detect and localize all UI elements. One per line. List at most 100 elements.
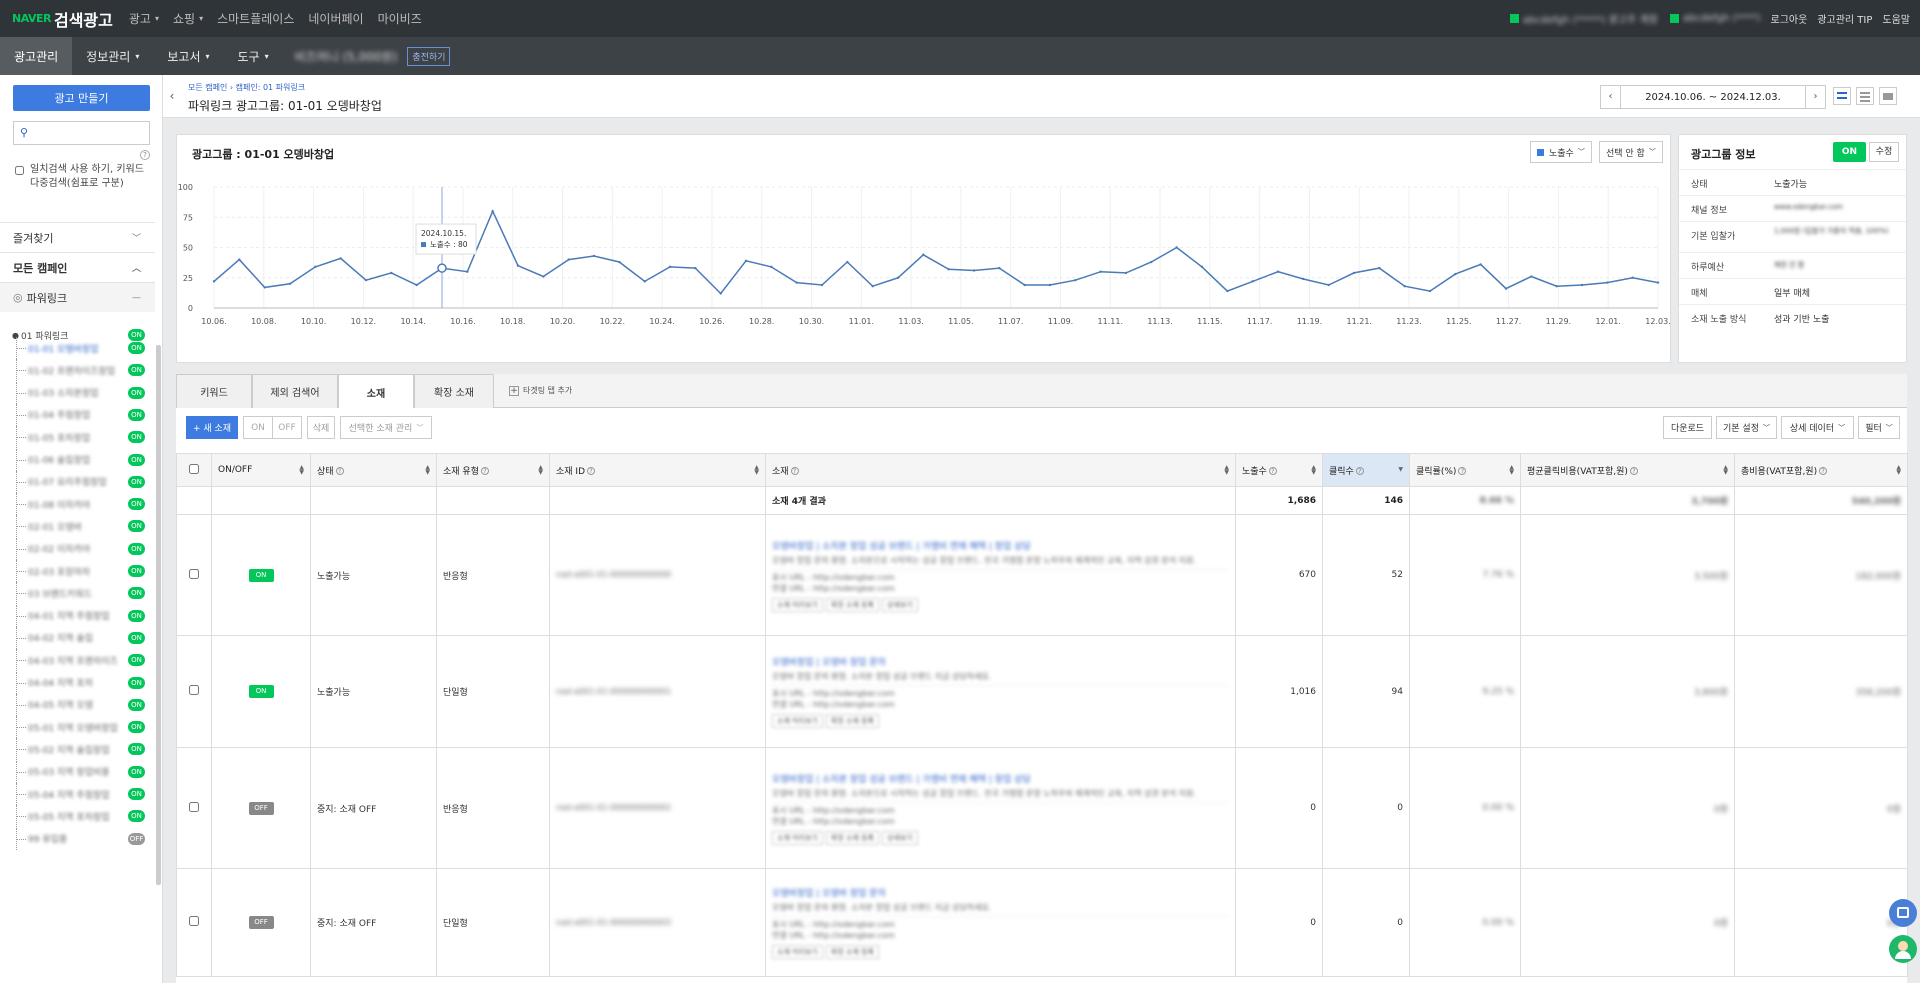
help-icon[interactable]: ? (140, 150, 150, 160)
data-point[interactable] (1023, 283, 1026, 287)
sidebar-adgroup-item[interactable]: 05-04 지역 주점창업 ON (0, 783, 155, 805)
data-point[interactable] (618, 260, 621, 264)
data-point[interactable] (238, 258, 241, 261)
data-point[interactable] (1656, 281, 1660, 284)
data-point[interactable] (1200, 265, 1204, 269)
data-point[interactable] (1530, 275, 1533, 278)
exact-match-checkbox[interactable] (15, 166, 24, 175)
ad-headline[interactable]: 오뎅바창업 | 오뎅바 창업 문의 (772, 655, 1229, 668)
data-point[interactable] (1580, 283, 1584, 287)
data-point[interactable] (922, 253, 925, 256)
help-icon[interactable]: ? (480, 467, 489, 475)
filter-dropdown[interactable]: 필터 ﹀ (1858, 416, 1900, 439)
top-nav-item[interactable]: 광고 ▾ (129, 10, 159, 27)
sort-icon[interactable]: ▲ ▼ (1896, 465, 1901, 476)
data-point[interactable] (1428, 289, 1432, 293)
manage-selected-dropdown[interactable]: 선택한 소재 관리 ﹀ (340, 416, 432, 439)
edit-adgroup-button[interactable]: 수정 (1869, 142, 1899, 162)
data-point[interactable] (592, 254, 596, 258)
data-point[interactable] (263, 286, 266, 289)
row-checkbox[interactable] (189, 568, 199, 579)
info-value[interactable]: 제한 안 함 (1774, 260, 1804, 270)
ad-headline[interactable]: 오뎅바창업 | 소자본 창업 성공 브랜드 | 가맹비 면제 혜택 | 창업 상… (772, 772, 1229, 785)
data-point[interactable] (668, 265, 672, 269)
sidebar-adgroup-item[interactable]: 01-03 소자본창업 ON (0, 381, 155, 404)
data-point[interactable] (694, 266, 697, 270)
sidebar-adgroup-item[interactable]: 01-05 포차창업 ON (0, 426, 155, 449)
ad-headline[interactable]: 오뎅바창업 | 오뎅바 창업 문의 (772, 886, 1229, 899)
data-point[interactable] (795, 281, 798, 284)
sidebar-adgroup-item[interactable]: 01-04 주점창업 ON (0, 403, 155, 426)
onoff-toggle[interactable]: ON (248, 568, 274, 582)
tip-link[interactable]: 광고관리 TIP (1817, 11, 1872, 26)
favorites-section[interactable]: 즐겨찾기 ﹀ (0, 222, 155, 252)
data-point[interactable] (1504, 287, 1508, 290)
prev-period-icon[interactable]: ‹ (1601, 86, 1621, 108)
column-header[interactable]: 평균클릭비용(VAT포함,원)? ▲ ▼ (1520, 453, 1735, 487)
sidebar-adgroup-item[interactable]: 99 유입용 OFF (0, 827, 155, 850)
metric-select[interactable]: 노출수 ﹀ (1530, 141, 1592, 163)
data-point[interactable] (1276, 270, 1280, 273)
data-point[interactable] (288, 282, 292, 285)
ad-action-button[interactable]: 확장 소재 등록 (825, 830, 879, 845)
column-header[interactable]: 상태? ▲ ▼ (310, 453, 437, 487)
ad-action-button[interactable]: 소재 미리보기 (772, 830, 823, 845)
sort-icon[interactable]: ▲ ▼ (1509, 465, 1514, 476)
data-point[interactable] (998, 266, 1001, 270)
help-icon[interactable]: ? (1268, 467, 1277, 475)
info-value[interactable]: 1,000원 (입찰가 가중치 적용, 100%) (1774, 226, 1899, 236)
impressions-line-chart[interactable]: 0 25 50 75 100 10.06. 10.08. 10.10. 10.12. 10.14.… (177, 170, 1670, 362)
data-point[interactable] (567, 258, 570, 261)
ad-headline[interactable]: 오뎅바창업 | 소자본 창업 성공 브랜드 | 가맹비 면제 혜택 | 창업 상… (772, 539, 1229, 552)
data-point[interactable] (1074, 278, 1077, 282)
download-button[interactable]: 다운로드 (1663, 416, 1712, 439)
new-ad-button[interactable]: + 새 소재 (186, 416, 238, 439)
top-nav-item[interactable]: 마이비즈 (378, 10, 422, 27)
data-point[interactable] (415, 283, 418, 287)
data-point[interactable] (1454, 272, 1457, 276)
compare-metric-select[interactable]: 선택 안 함 ﹀ (1599, 141, 1663, 163)
row-checkbox[interactable] (189, 685, 199, 695)
help-icon[interactable]: ? (1629, 467, 1638, 475)
layout-table-icon[interactable] (1856, 87, 1874, 105)
sidebar-adgroup-item[interactable]: 03 브랜드키워드 ON (0, 582, 155, 605)
sidebar-adgroup-item[interactable]: 04-05 지역 오뎅 ON (0, 693, 155, 716)
info-value[interactable]: 성과 기반 노출 (1774, 312, 1829, 325)
ad-action-button[interactable]: 확장 소재 등록 (825, 945, 879, 959)
ad-action-button[interactable]: 소재 미리보기 (772, 597, 823, 612)
column-header[interactable]: 소재 유형? ▲ ▼ (436, 453, 550, 487)
sidebar-adgroup-item[interactable]: 04-01 지역 주점창업 ON (0, 604, 155, 627)
data-point[interactable] (1403, 285, 1406, 288)
layout-split-icon[interactable] (1833, 87, 1851, 105)
data-point[interactable] (1302, 277, 1305, 281)
sidebar-search-input[interactable]: ⚲ (13, 121, 150, 145)
tab-item[interactable]: 제외 검색어 (252, 374, 338, 408)
sidebar-adgroup-item[interactable]: 02-01 오뎅바 ON (0, 515, 155, 538)
row-checkbox[interactable] (189, 916, 199, 926)
powerlink-type-row[interactable]: ◎ 파워링크 — (0, 282, 155, 312)
data-point[interactable] (542, 275, 545, 278)
biz-money-balance[interactable]: 비즈머니 (5,000원) (295, 48, 398, 65)
sidebar-adgroup-item[interactable]: 04-03 지역 프랜차이즈 ON (0, 649, 155, 672)
ad-action-button[interactable]: 확장 소재 등록 (825, 714, 879, 728)
data-point[interactable] (1327, 283, 1330, 287)
data-point[interactable] (643, 280, 646, 283)
sort-icon[interactable]: ▼ (1398, 467, 1403, 473)
date-range-picker[interactable]: ‹ 2024.10.06. ~ 2024.12.03. › (1600, 85, 1826, 109)
data-point[interactable] (719, 292, 722, 295)
data-point[interactable] (1606, 281, 1609, 284)
top-nav-item[interactable]: 쇼핑 ▾ (173, 10, 203, 27)
row-checkbox[interactable] (189, 801, 199, 812)
help-icon[interactable]: ? (1355, 467, 1364, 475)
account-name-1[interactable]: abcdefgh (*****) 광고주 계정 (1523, 11, 1658, 26)
data-point[interactable] (314, 265, 317, 269)
column-header[interactable]: 소재 ID? ▲ ▼ (549, 453, 766, 487)
sidebar-adgroup-item[interactable]: 05-05 지역 포차창업 ON (0, 805, 155, 828)
select-all-checkbox[interactable] (189, 463, 199, 474)
data-point[interactable] (1555, 285, 1558, 288)
data-point[interactable] (339, 257, 342, 260)
help-icon[interactable]: ? (1458, 467, 1467, 475)
sidebar-adgroup-item[interactable]: 01-01 오텡바창업 ON (0, 337, 155, 359)
sidebar-adgroup-item[interactable]: 04-04 지역 포차 ON (0, 671, 155, 694)
ad-action-button[interactable]: 소재 미리보기 (772, 945, 823, 959)
